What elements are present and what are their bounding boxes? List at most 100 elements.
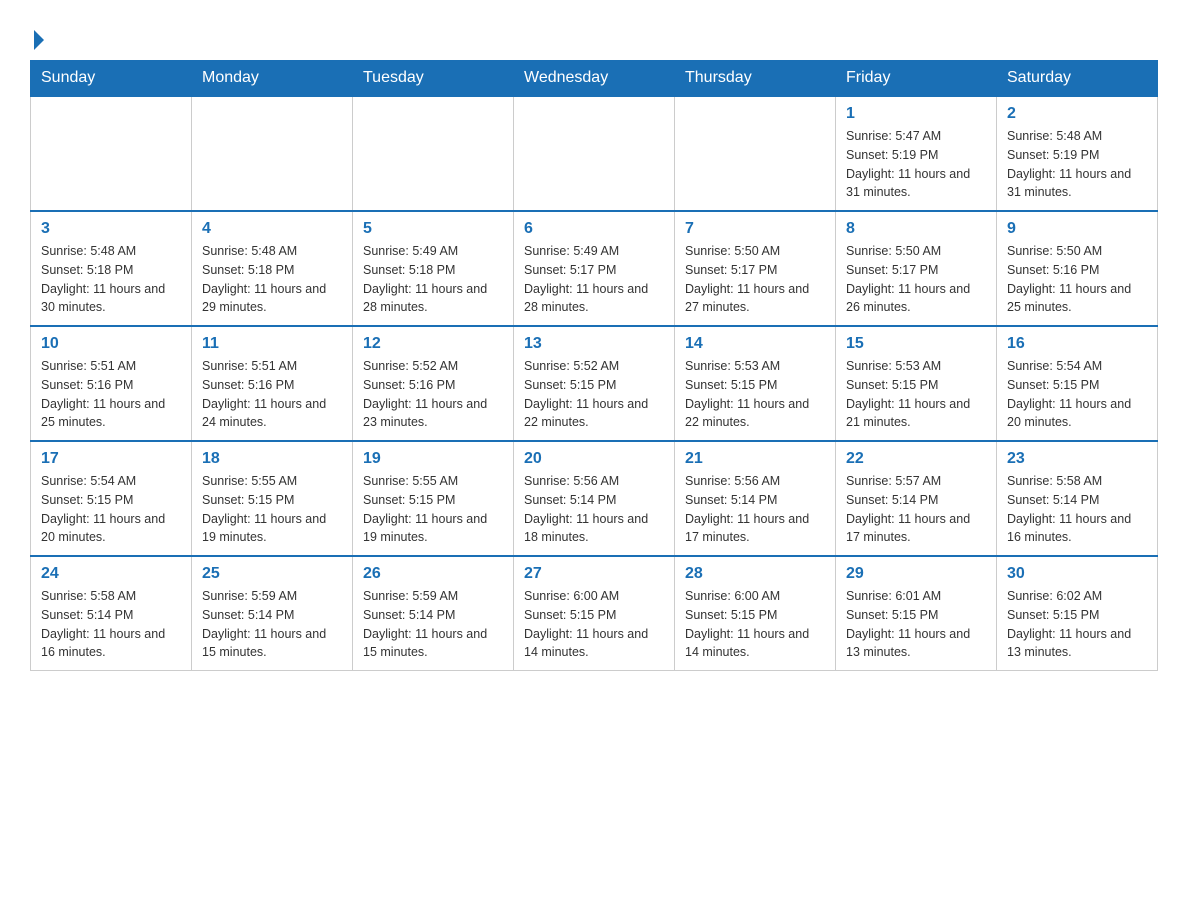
day-info: Sunrise: 5:56 AMSunset: 5:14 PMDaylight:… — [524, 472, 664, 547]
day-info: Sunrise: 5:51 AMSunset: 5:16 PMDaylight:… — [41, 357, 181, 432]
day-number: 20 — [524, 450, 664, 468]
calendar-cell: 27 Sunrise: 6:00 AMSunset: 5:15 PMDayligh… — [514, 556, 675, 671]
weekday-header-row: SundayMondayTuesdayWednesdayThursdayFrid… — [31, 61, 1158, 97]
calendar-cell — [192, 96, 353, 211]
day-info: Sunrise: 5:50 AMSunset: 5:17 PMDaylight:… — [685, 242, 825, 317]
day-number: 22 — [846, 450, 986, 468]
day-number: 6 — [524, 220, 664, 238]
calendar-cell: 20 Sunrise: 5:56 AMSunset: 5:14 PMDayligh… — [514, 441, 675, 556]
day-number: 2 — [1007, 105, 1147, 123]
calendar-cell: 2 Sunrise: 5:48 AMSunset: 5:19 PMDaylight… — [997, 96, 1158, 211]
day-number: 15 — [846, 335, 986, 353]
day-number: 17 — [41, 450, 181, 468]
day-info: Sunrise: 5:59 AMSunset: 5:14 PMDaylight:… — [363, 587, 503, 662]
day-info: Sunrise: 5:59 AMSunset: 5:14 PMDaylight:… — [202, 587, 342, 662]
day-number: 12 — [363, 335, 503, 353]
calendar-cell: 12 Sunrise: 5:52 AMSunset: 5:16 PMDayligh… — [353, 326, 514, 441]
day-number: 14 — [685, 335, 825, 353]
day-info: Sunrise: 5:50 AMSunset: 5:16 PMDaylight:… — [1007, 242, 1147, 317]
day-number: 30 — [1007, 565, 1147, 583]
calendar-cell: 8 Sunrise: 5:50 AMSunset: 5:17 PMDaylight… — [836, 211, 997, 326]
calendar-cell — [353, 96, 514, 211]
day-number: 3 — [41, 220, 181, 238]
logo-triangle-icon — [34, 30, 44, 50]
calendar-cell: 28 Sunrise: 6:00 AMSunset: 5:15 PMDayligh… — [675, 556, 836, 671]
calendar-cell: 26 Sunrise: 5:59 AMSunset: 5:14 PMDayligh… — [353, 556, 514, 671]
day-info: Sunrise: 6:01 AMSunset: 5:15 PMDaylight:… — [846, 587, 986, 662]
day-info: Sunrise: 5:48 AMSunset: 5:18 PMDaylight:… — [202, 242, 342, 317]
calendar-cell: 6 Sunrise: 5:49 AMSunset: 5:17 PMDaylight… — [514, 211, 675, 326]
weekday-header-tuesday: Tuesday — [353, 61, 514, 97]
day-info: Sunrise: 5:52 AMSunset: 5:16 PMDaylight:… — [363, 357, 503, 432]
calendar-cell: 17 Sunrise: 5:54 AMSunset: 5:15 PMDayligh… — [31, 441, 192, 556]
day-info: Sunrise: 5:51 AMSunset: 5:16 PMDaylight:… — [202, 357, 342, 432]
header — [30, 20, 1158, 50]
day-number: 11 — [202, 335, 342, 353]
calendar-cell — [31, 96, 192, 211]
weekday-header-wednesday: Wednesday — [514, 61, 675, 97]
calendar-cell: 30 Sunrise: 6:02 AMSunset: 5:15 PMDayligh… — [997, 556, 1158, 671]
day-number: 13 — [524, 335, 664, 353]
day-info: Sunrise: 5:54 AMSunset: 5:15 PMDaylight:… — [41, 472, 181, 547]
day-number: 9 — [1007, 220, 1147, 238]
weekday-header-saturday: Saturday — [997, 61, 1158, 97]
calendar-cell: 9 Sunrise: 5:50 AMSunset: 5:16 PMDaylight… — [997, 211, 1158, 326]
day-info: Sunrise: 6:00 AMSunset: 5:15 PMDaylight:… — [524, 587, 664, 662]
weekday-header-friday: Friday — [836, 61, 997, 97]
week-row-2: 3 Sunrise: 5:48 AMSunset: 5:18 PMDaylight… — [31, 211, 1158, 326]
day-number: 23 — [1007, 450, 1147, 468]
calendar-cell: 25 Sunrise: 5:59 AMSunset: 5:14 PMDayligh… — [192, 556, 353, 671]
day-info: Sunrise: 5:49 AMSunset: 5:17 PMDaylight:… — [524, 242, 664, 317]
calendar-cell: 16Sunrise: 5:54 AMSunset: 5:15 PMDayligh… — [997, 326, 1158, 441]
calendar-cell: 29 Sunrise: 6:01 AMSunset: 5:15 PMDayligh… — [836, 556, 997, 671]
day-info: Sunrise: 5:52 AMSunset: 5:15 PMDaylight:… — [524, 357, 664, 432]
day-number: 18 — [202, 450, 342, 468]
day-number: 1 — [846, 105, 986, 123]
day-number: 29 — [846, 565, 986, 583]
day-number: 28 — [685, 565, 825, 583]
day-info: Sunrise: 5:55 AMSunset: 5:15 PMDaylight:… — [202, 472, 342, 547]
day-info: Sunrise: 5:48 AMSunset: 5:19 PMDaylight:… — [1007, 127, 1147, 202]
day-info: Sunrise: 5:58 AMSunset: 5:14 PMDaylight:… — [41, 587, 181, 662]
day-info: Sunrise: 6:00 AMSunset: 5:15 PMDaylight:… — [685, 587, 825, 662]
calendar-table: SundayMondayTuesdayWednesdayThursdayFrid… — [30, 60, 1158, 671]
day-number: 7 — [685, 220, 825, 238]
day-info: Sunrise: 5:47 AMSunset: 5:19 PMDaylight:… — [846, 127, 986, 202]
day-number: 25 — [202, 565, 342, 583]
calendar-cell — [675, 96, 836, 211]
day-number: 24 — [41, 565, 181, 583]
calendar-cell: 3 Sunrise: 5:48 AMSunset: 5:18 PMDaylight… — [31, 211, 192, 326]
calendar-cell: 14 Sunrise: 5:53 AMSunset: 5:15 PMDayligh… — [675, 326, 836, 441]
week-row-4: 17 Sunrise: 5:54 AMSunset: 5:15 PMDayligh… — [31, 441, 1158, 556]
calendar-cell: 7 Sunrise: 5:50 AMSunset: 5:17 PMDaylight… — [675, 211, 836, 326]
day-info: Sunrise: 5:58 AMSunset: 5:14 PMDaylight:… — [1007, 472, 1147, 547]
logo — [30, 30, 44, 50]
calendar-cell: 23 Sunrise: 5:58 AMSunset: 5:14 PMDayligh… — [997, 441, 1158, 556]
day-info: Sunrise: 5:49 AMSunset: 5:18 PMDaylight:… — [363, 242, 503, 317]
day-info: Sunrise: 5:56 AMSunset: 5:14 PMDaylight:… — [685, 472, 825, 547]
day-info: Sunrise: 5:50 AMSunset: 5:17 PMDaylight:… — [846, 242, 986, 317]
day-number: 4 — [202, 220, 342, 238]
calendar-cell: 1 Sunrise: 5:47 AMSunset: 5:19 PMDaylight… — [836, 96, 997, 211]
day-number: 5 — [363, 220, 503, 238]
calendar-cell: 19Sunrise: 5:55 AMSunset: 5:15 PMDayligh… — [353, 441, 514, 556]
calendar-cell: 18 Sunrise: 5:55 AMSunset: 5:15 PMDayligh… — [192, 441, 353, 556]
logo-blue-text — [30, 30, 44, 50]
day-number: 27 — [524, 565, 664, 583]
day-number: 26 — [363, 565, 503, 583]
calendar-cell — [514, 96, 675, 211]
calendar-cell: 11 Sunrise: 5:51 AMSunset: 5:16 PMDayligh… — [192, 326, 353, 441]
day-info: Sunrise: 5:53 AMSunset: 5:15 PMDaylight:… — [685, 357, 825, 432]
calendar-cell: 22Sunrise: 5:57 AMSunset: 5:14 PMDayligh… — [836, 441, 997, 556]
week-row-5: 24 Sunrise: 5:58 AMSunset: 5:14 PMDayligh… — [31, 556, 1158, 671]
weekday-header-monday: Monday — [192, 61, 353, 97]
calendar-cell: 10Sunrise: 5:51 AMSunset: 5:16 PMDayligh… — [31, 326, 192, 441]
day-info: Sunrise: 5:53 AMSunset: 5:15 PMDaylight:… — [846, 357, 986, 432]
day-info: Sunrise: 6:02 AMSunset: 5:15 PMDaylight:… — [1007, 587, 1147, 662]
day-info: Sunrise: 5:55 AMSunset: 5:15 PMDaylight:… — [363, 472, 503, 547]
weekday-header-thursday: Thursday — [675, 61, 836, 97]
day-info: Sunrise: 5:48 AMSunset: 5:18 PMDaylight:… — [41, 242, 181, 317]
day-info: Sunrise: 5:54 AMSunset: 5:15 PMDaylight:… — [1007, 357, 1147, 432]
calendar-cell: 5 Sunrise: 5:49 AMSunset: 5:18 PMDaylight… — [353, 211, 514, 326]
day-number: 8 — [846, 220, 986, 238]
